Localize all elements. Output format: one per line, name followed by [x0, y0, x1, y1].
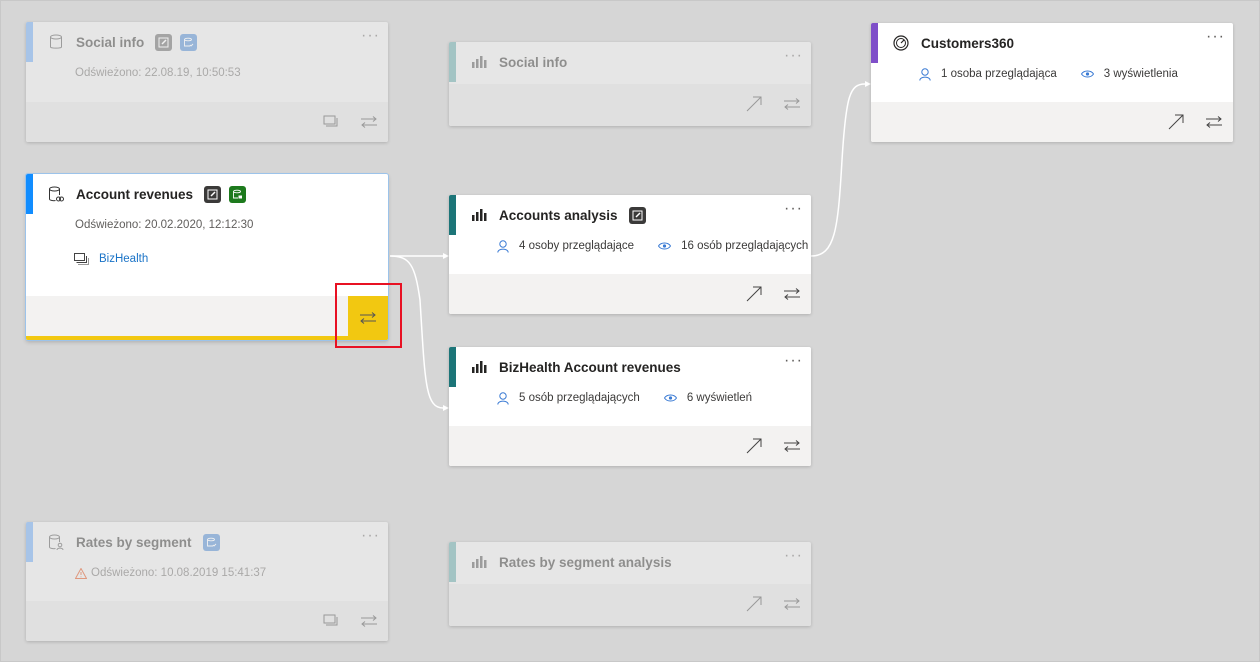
certified-icon — [204, 185, 222, 203]
certified-icon — [155, 33, 173, 51]
open-arrow-icon — [746, 286, 762, 302]
open-workspace-button[interactable] — [314, 601, 348, 641]
person-icon — [497, 239, 509, 253]
show-lineage-button[interactable] — [775, 274, 809, 314]
bar-chart-icon — [470, 206, 488, 224]
more-options-button[interactable]: ··· — [784, 48, 803, 64]
swap-arrows-icon — [360, 615, 378, 627]
workspace-icon — [74, 253, 89, 265]
open-arrow-icon — [1168, 114, 1184, 130]
refresh-timestamp: Odświeżono: 22.08.19, 10:50:53 — [75, 67, 241, 79]
card-social-info-report[interactable]: Social info ··· — [449, 42, 811, 126]
card-title: Rates by segment — [76, 534, 192, 550]
open-arrow-icon — [746, 596, 762, 612]
more-options-button[interactable]: ··· — [784, 201, 803, 217]
database-user-icon — [47, 533, 65, 551]
open-report-button[interactable] — [737, 84, 771, 124]
viewers-count: 1 osoba przeglądająca — [941, 68, 1057, 80]
selection-highlight-bar — [26, 336, 388, 340]
show-lineage-button[interactable] — [348, 296, 388, 340]
more-options-button[interactable]: ··· — [784, 548, 803, 564]
card-title: Account revenues — [76, 186, 194, 202]
swap-arrows-icon — [360, 116, 378, 128]
more-options-button[interactable]: ··· — [1206, 29, 1225, 45]
bar-chart-icon — [470, 358, 488, 376]
certified-icon — [628, 206, 646, 224]
eye-icon — [1080, 70, 1094, 78]
views-count: 3 wyświetlenia — [1103, 68, 1178, 80]
swap-arrows-icon — [359, 312, 377, 324]
warning-icon — [75, 567, 87, 579]
card-customers360[interactable]: Customers360 ··· 1 osoba przeglądająca 3… — [871, 23, 1233, 142]
show-lineage-button[interactable] — [1197, 102, 1231, 142]
card-rates-by-segment-analysis[interactable]: Rates by segment analysis ··· — [449, 542, 811, 626]
card-title: BizHealth Account revenues — [499, 359, 681, 375]
person-icon — [919, 67, 931, 81]
card-title: Social info — [76, 34, 145, 50]
bar-chart-icon — [470, 553, 488, 571]
card-account-revenues[interactable]: Account revenues ··· Odświeżono: 20.02.2… — [26, 174, 388, 340]
eye-icon — [663, 394, 677, 402]
show-lineage-button[interactable] — [352, 601, 386, 641]
workspace-link[interactable]: BizHealth — [99, 253, 148, 265]
card-title: Rates by segment analysis — [499, 554, 672, 570]
workspace-icon — [323, 115, 339, 129]
card-rates-by-segment[interactable]: Rates by segment Odświeżono: 10.08.2019 … — [26, 522, 388, 641]
database-icon — [47, 33, 65, 51]
bar-chart-icon — [470, 53, 488, 71]
open-workspace-button[interactable] — [314, 102, 348, 142]
swap-arrows-icon — [783, 98, 801, 110]
open-arrow-icon — [746, 438, 762, 454]
card-bizhealth-account-revenues[interactable]: BizHealth Account revenues ··· 5 osób pr… — [449, 347, 811, 466]
more-options-button[interactable]: ··· — [784, 353, 803, 369]
card-title: Social info — [499, 54, 568, 70]
refresh-timestamp: Odświeżono: 20.02.2020, 12:12:30 — [75, 219, 254, 231]
card-title: Accounts analysis — [499, 207, 618, 223]
viewers-count: 4 osoby przeglądające — [519, 240, 635, 252]
show-lineage-button[interactable] — [775, 584, 809, 624]
views-count: 6 wyświetleń — [686, 392, 753, 404]
open-report-button[interactable] — [737, 584, 771, 624]
more-options-button[interactable]: ··· — [361, 28, 380, 44]
swap-arrows-icon — [1205, 116, 1223, 128]
swap-arrows-icon — [783, 598, 801, 610]
views-count: 16 osób przeglądających — [681, 240, 809, 252]
dashboard-gauge-icon — [892, 34, 910, 52]
show-lineage-button[interactable] — [775, 84, 809, 124]
card-accounts-analysis[interactable]: Accounts analysis ··· 4 osoby przeglądaj… — [449, 195, 811, 314]
refresh-timestamp: Odświeżono: 10.08.2019 15:41:37 — [91, 567, 267, 579]
database-lock-icon — [229, 185, 247, 203]
swap-arrows-icon — [783, 440, 801, 452]
database-check-icon — [180, 33, 198, 51]
open-dashboard-button[interactable] — [1159, 102, 1193, 142]
show-lineage-button[interactable] — [352, 102, 386, 142]
person-icon — [497, 391, 509, 405]
database-linked-icon — [47, 185, 65, 203]
card-social-info-dataset[interactable]: Social info Odświeżono: 22.08.19, 10:50:… — [26, 22, 388, 142]
eye-icon — [658, 242, 672, 250]
viewers-count: 5 osób przeglądających — [519, 392, 640, 404]
open-arrow-icon — [746, 96, 762, 112]
card-title: Customers360 — [921, 35, 1015, 51]
workspace-row: BizHealth — [26, 248, 388, 270]
swap-arrows-icon — [783, 288, 801, 300]
workspace-icon — [323, 614, 339, 628]
open-report-button[interactable] — [737, 274, 771, 314]
database-check-icon — [202, 533, 220, 551]
show-lineage-button[interactable] — [775, 426, 809, 466]
open-report-button[interactable] — [737, 426, 771, 466]
more-options-button[interactable]: ··· — [361, 528, 380, 544]
